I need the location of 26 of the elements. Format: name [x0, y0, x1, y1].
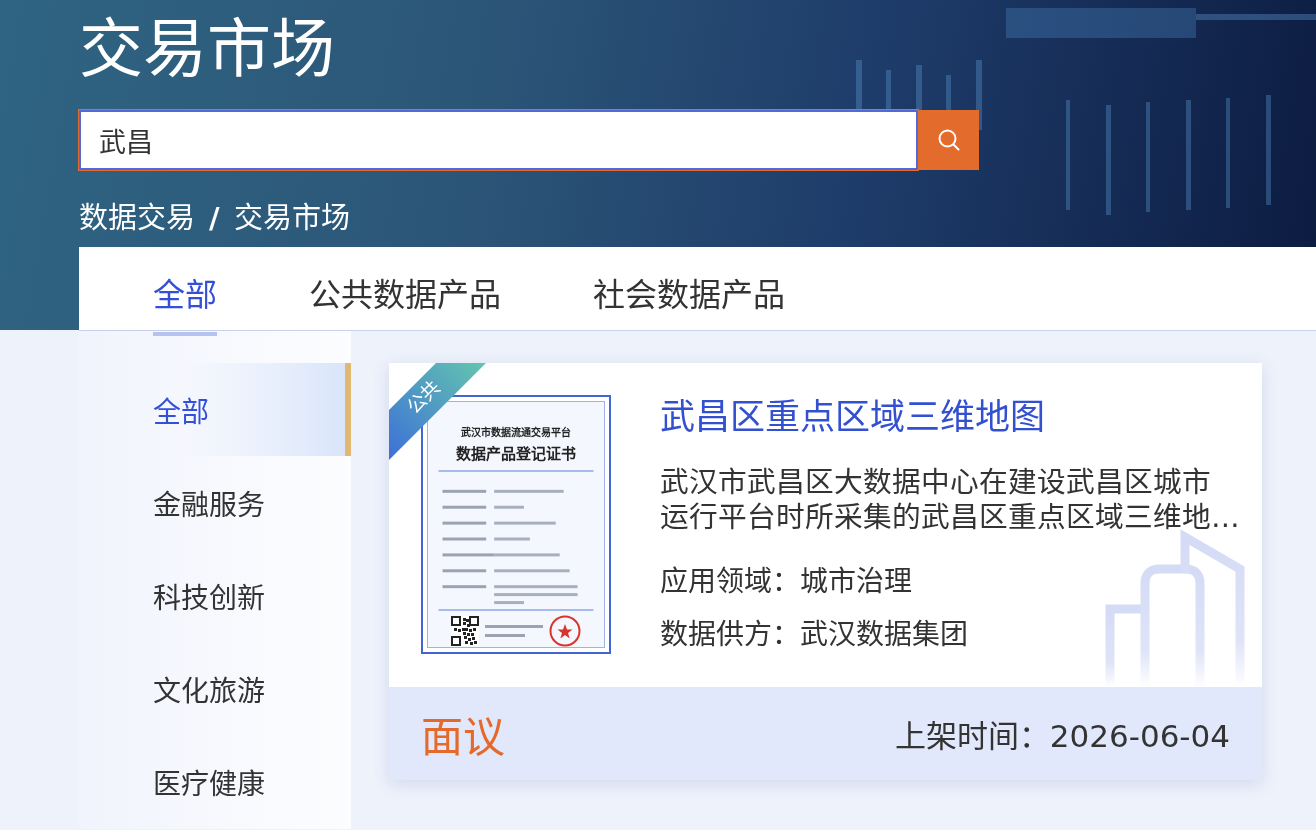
field-label: 数据供方： [660, 618, 800, 651]
qr-code-icon [451, 616, 479, 646]
search-button[interactable] [918, 110, 979, 170]
sidebar-item[interactable]: 科技创新 [79, 549, 351, 642]
sidebar-item[interactable]: 文化旅游 [79, 642, 351, 735]
sidebar-item[interactable]: 医疗健康 [79, 735, 351, 828]
breadcrumb-link[interactable]: 数据交易 [79, 200, 195, 236]
product-card[interactable]: 武汉市数据流通交易平台 数据产品登记证书 武昌区重点区域三维地图 武汉市武昌区大数据中心在建设武昌区城市运行平台时所采集的武昌区重点区域三维地… 应用领域：城市治理 数据供方：武汉数据集团 面议 上架时间：2026-06-04 公共 [389, 363, 1262, 780]
product-description: 武汉市武昌区大数据中心在建设武昌区城市运行平台时所采集的武昌区重点区域三维地… [660, 465, 1240, 535]
field-value: 武汉数据集团 [800, 618, 968, 651]
listed-date-value: 2026-06-04 [1049, 718, 1230, 754]
breadcrumb-link[interactable]: 交易市场 [233, 200, 350, 236]
breadcrumb-separator: / [209, 200, 220, 236]
seal-stamp-icon [549, 615, 581, 647]
product-title[interactable]: 武昌区重点区域三维地图 [660, 395, 1240, 439]
category-tab[interactable]: 社会数据产品 [593, 247, 785, 336]
field-value: 城市治理 [800, 565, 912, 598]
issuer-lines-drawing [485, 624, 543, 638]
sidebar-item[interactable]: 金融服务 [79, 456, 351, 549]
category-tab[interactable]: 公共数据产品 [309, 247, 501, 336]
price-label: 面议 [421, 712, 505, 764]
page-title: 交易市场 [79, 11, 336, 84]
listed-date-label: 上架时间： [894, 718, 1050, 754]
field-label: 应用领域： [660, 565, 800, 598]
search-icon [936, 128, 961, 152]
search-field[interactable]: 武昌 [79, 110, 918, 170]
